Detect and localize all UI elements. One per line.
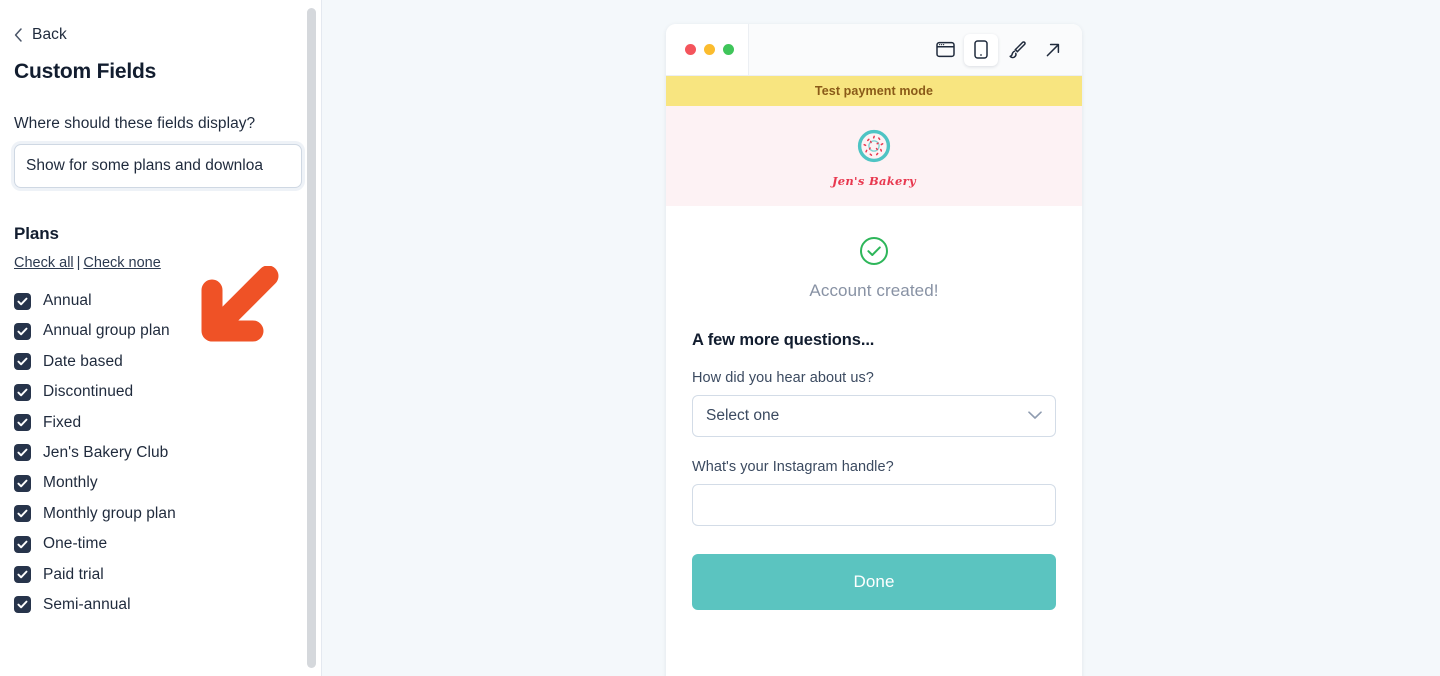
panel-content: Back Custom Fields Where should these fi… <box>0 0 322 614</box>
checkout-content: Account created! A few more questions...… <box>666 206 1082 610</box>
plan-checkbox-row[interactable]: Date based <box>14 353 306 371</box>
traffic-lights <box>666 24 749 75</box>
brand-logo-block: Jen's Bakery <box>832 125 916 188</box>
checkbox-checked-icon[interactable] <box>14 474 31 492</box>
checkbox-checked-icon[interactable] <box>14 566 31 584</box>
panel-scrollbar-thumb[interactable] <box>307 8 316 668</box>
checkbox-checked-icon[interactable] <box>14 505 31 523</box>
chevron-left-icon <box>14 28 23 42</box>
test-mode-banner: Test payment mode <box>666 76 1082 106</box>
check-links-separator: | <box>76 255 81 271</box>
browser-toolbar <box>749 24 1082 75</box>
check-circle-icon <box>859 236 889 271</box>
plan-checkbox-row[interactable]: Paid trial <box>14 566 306 584</box>
plan-checkbox-row[interactable]: One-time <box>14 535 306 553</box>
close-window-icon[interactable] <box>685 44 696 55</box>
chevron-down-icon <box>1028 407 1042 425</box>
instagram-handle-label: What's your Instagram handle? <box>692 459 894 475</box>
checkbox-checked-icon[interactable] <box>14 444 31 462</box>
hear-about-us-select-value: Select one <box>706 407 780 424</box>
plan-label: Jen's Bakery Club <box>43 443 169 461</box>
preview-stage: Test payment mode Jen's Bakery Account c… <box>322 0 1440 676</box>
app-root: Back Custom Fields Where should these fi… <box>0 0 1440 676</box>
account-created-block: Account created! <box>692 232 1056 331</box>
page-title: Custom Fields <box>14 60 157 83</box>
questions-heading: A few more questions... <box>692 331 875 349</box>
back-button[interactable]: Back <box>14 26 67 44</box>
plan-checkbox-row[interactable]: Semi-annual <box>14 596 306 614</box>
plans-checkbox-list: Annual Annual group plan Date based Disc… <box>14 292 306 614</box>
plans-heading: Plans <box>14 224 59 243</box>
display-scope-select-value: Show for some plans and downloa <box>26 157 263 174</box>
checkbox-checked-icon[interactable] <box>14 414 31 432</box>
donut-logo-icon <box>853 125 895 172</box>
preview-browser-window: Test payment mode Jen's Bakery Account c… <box>666 24 1082 676</box>
back-label: Back <box>32 26 67 43</box>
plan-label: One-time <box>43 535 108 553</box>
check-none-link[interactable]: Check none <box>83 255 160 271</box>
hear-about-us-select[interactable]: Select one <box>692 395 1056 437</box>
plan-label: Monthly group plan <box>43 504 176 522</box>
plan-checkbox-row[interactable]: Discontinued <box>14 383 306 401</box>
display-question-label: Where should these fields display? <box>14 115 256 132</box>
checkbox-checked-icon[interactable] <box>14 535 31 553</box>
plan-label: Monthly <box>43 474 98 492</box>
plan-checkbox-row[interactable]: Monthly <box>14 474 306 492</box>
desktop-preview-icon[interactable] <box>928 34 962 66</box>
plan-label: Date based <box>43 352 123 370</box>
checkbox-checked-icon[interactable] <box>14 383 31 401</box>
paintbrush-icon[interactable] <box>1000 34 1034 66</box>
brand-name: Jen's Bakery <box>832 173 916 188</box>
plan-checkbox-row[interactable]: Annual <box>14 292 306 310</box>
mobile-preview-icon[interactable] <box>964 33 998 66</box>
store-header: Jen's Bakery <box>666 106 1082 206</box>
maximize-window-icon[interactable] <box>723 44 734 55</box>
display-scope-select[interactable]: Show for some plans and downloa <box>14 144 302 188</box>
check-all-link[interactable]: Check all <box>14 255 74 271</box>
plan-label: Annual <box>43 292 92 309</box>
plan-checkbox-row[interactable]: Jen's Bakery Club <box>14 444 306 462</box>
plan-label: Semi-annual <box>43 595 131 613</box>
checkbox-checked-icon[interactable] <box>14 322 31 340</box>
open-external-icon[interactable] <box>1036 34 1070 66</box>
plan-checkbox-row[interactable]: Monthly group plan <box>14 505 306 523</box>
checkbox-checked-icon[interactable] <box>14 353 31 371</box>
minimize-window-icon[interactable] <box>704 44 715 55</box>
hear-about-us-label: How did you hear about us? <box>692 370 874 386</box>
browser-chrome <box>666 24 1082 76</box>
plan-label: Fixed <box>43 413 82 431</box>
instagram-handle-input[interactable] <box>692 484 1056 526</box>
plan-label: Paid trial <box>43 565 104 583</box>
plan-checkbox-row[interactable]: Annual group plan <box>14 322 306 340</box>
plan-checkbox-row[interactable]: Fixed <box>14 414 306 432</box>
check-links: Check all | Check none <box>14 255 306 271</box>
plan-label: Discontinued <box>43 383 134 401</box>
custom-fields-panel: Back Custom Fields Where should these fi… <box>0 0 322 676</box>
account-created-text: Account created! <box>809 281 939 300</box>
checkbox-checked-icon[interactable] <box>14 596 31 614</box>
done-button[interactable]: Done <box>692 554 1056 610</box>
checkbox-checked-icon[interactable] <box>14 292 31 310</box>
plan-label: Annual group plan <box>43 322 170 340</box>
